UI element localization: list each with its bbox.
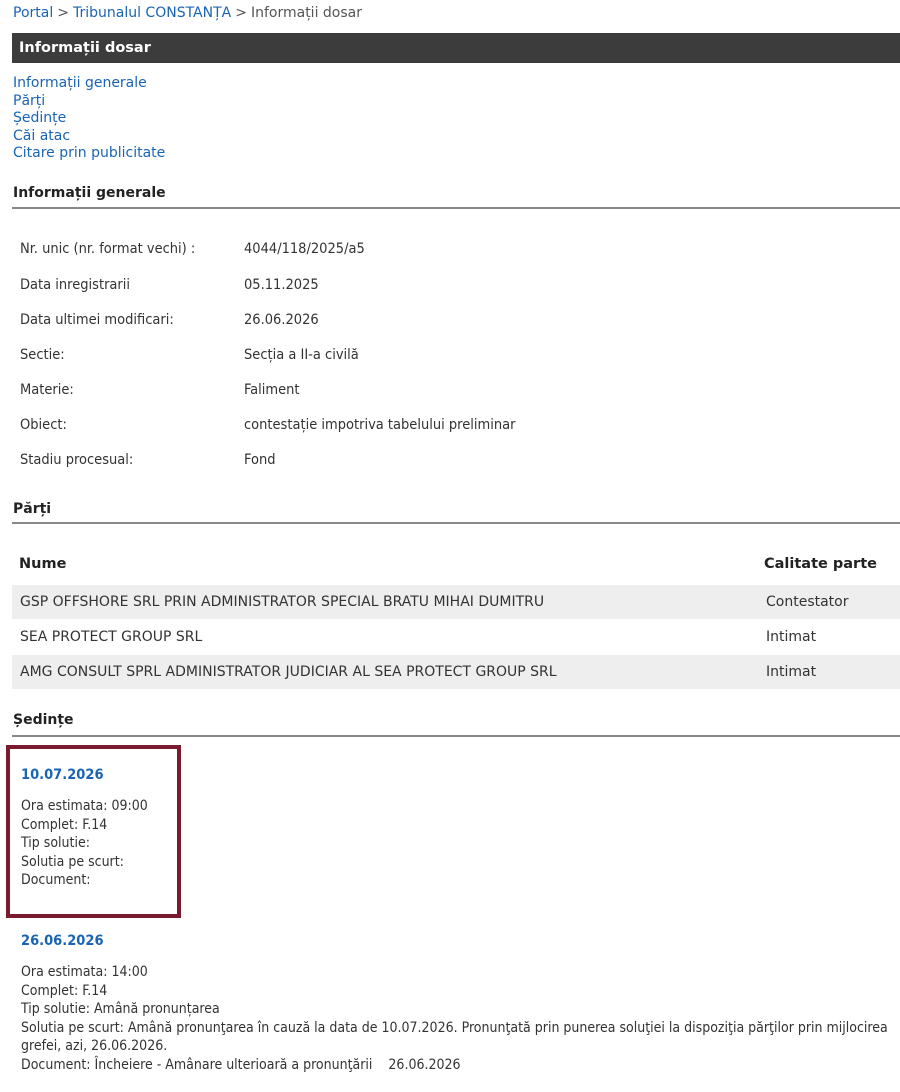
info-value: Secția a II-a civilă: [244, 347, 359, 363]
info-label: Data ultimei modificari:: [20, 312, 174, 328]
general-info-heading: Informații generale: [13, 185, 166, 201]
hearing-details: Ora estimata: 09:00 Complet: F.14 Tip so…: [21, 797, 148, 890]
info-value: 4044/118/2025/a5: [244, 241, 365, 257]
hearing-item: 10.07.2026 Ora estimata: 09:00 Complet: …: [21, 767, 148, 890]
nav-link-appeals[interactable]: Căi atac: [13, 128, 165, 146]
hearing-solution-type: Tip solutie:: [21, 835, 90, 851]
nav-link-public-summons[interactable]: Citare prin publicitate: [13, 145, 165, 163]
breadcrumb-tribunal-link[interactable]: Tribunalul CONSTANȚA: [73, 5, 231, 21]
column-header-role: Calitate parte: [764, 556, 877, 572]
info-label: Materie:: [20, 382, 74, 398]
breadcrumb-separator: >: [235, 5, 247, 21]
info-label: Obiect:: [20, 417, 67, 433]
hearing-date-link[interactable]: 26.06.2026: [21, 933, 897, 949]
divider: [12, 735, 900, 737]
hearing-date-link[interactable]: 10.07.2026: [21, 767, 148, 783]
hearing-panel: Complet: F.14: [21, 982, 108, 999]
table-row: GSP OFFSHORE SRL PRIN ADMINISTRATOR SPEC…: [12, 585, 900, 619]
info-value: contestație impotriva tabelului prelimin…: [244, 417, 516, 433]
hearing-time: Ora estimata: 09:00: [21, 798, 148, 814]
nav-link-parties[interactable]: Părți: [13, 93, 165, 111]
party-name: GSP OFFSHORE SRL PRIN ADMINISTRATOR SPEC…: [20, 594, 545, 610]
info-label: Sectie:: [20, 347, 65, 363]
party-role: Intimat: [766, 629, 817, 645]
table-row: SEA PROTECT GROUP SRL Intimat: [12, 620, 900, 654]
hearings-heading: Ședințe: [13, 712, 74, 728]
breadcrumb-current: Informații dosar: [250, 5, 362, 21]
parties-heading: Părți: [13, 501, 52, 517]
breadcrumb-separator: >: [57, 5, 69, 21]
party-role: Contestator: [766, 594, 849, 610]
party-role: Intimat: [766, 664, 817, 680]
info-value: 05.11.2025: [244, 277, 319, 293]
column-header-name: Nume: [19, 556, 67, 572]
table-row: AMG CONSULT SPRL ADMINISTRATOR JUDICIAR …: [12, 655, 900, 689]
party-name: SEA PROTECT GROUP SRL: [20, 629, 203, 645]
hearing-document: Document:: [21, 872, 91, 888]
hearing-details: Ora estimata: 14:00 Complet: F.14 Tip so…: [21, 963, 897, 1074]
parties-table-header: Nume Calitate parte: [12, 554, 900, 580]
info-label: Data inregistrarii: [20, 277, 131, 293]
hearing-solution-type: Tip solutie: Amână pronunțarea: [21, 1001, 220, 1017]
nav-link-general-info[interactable]: Informații generale: [13, 75, 165, 93]
party-name: AMG CONSULT SPRL ADMINISTRATOR JUDICIAR …: [20, 664, 557, 680]
hearing-item: 26.06.2026 Ora estimata: 14:00 Complet: …: [21, 933, 897, 1074]
breadcrumb: Portal > Tribunalul CONSTANȚA > Informații d…: [13, 5, 362, 21]
nav-link-hearings[interactable]: Ședințe: [13, 110, 165, 128]
hearing-time: Ora estimata: 14:00: [21, 964, 148, 980]
hearing-solution-summary: Solutia pe scurt:: [21, 853, 124, 870]
info-value: 26.06.2026: [244, 312, 319, 328]
info-label: Stadiu procesual:: [20, 452, 134, 468]
info-value: Fond: [244, 452, 276, 468]
divider: [12, 522, 900, 524]
page-title: Informații dosar: [12, 33, 900, 63]
hearing-document: Document: Încheiere - Amânare ulterioară…: [21, 1056, 461, 1073]
hearing-solution-summary: Solutia pe scurt: Amână pronunţarea în c…: [21, 1019, 888, 1055]
divider: [12, 207, 900, 209]
info-label: Nr. unic (nr. format vechi) :: [20, 241, 196, 257]
info-value: Faliment: [244, 382, 300, 398]
section-nav: Informații generale Părți Ședințe Căi at…: [13, 75, 165, 163]
breadcrumb-portal-link[interactable]: Portal: [13, 5, 53, 21]
hearing-panel: Complet: F.14: [21, 816, 108, 833]
